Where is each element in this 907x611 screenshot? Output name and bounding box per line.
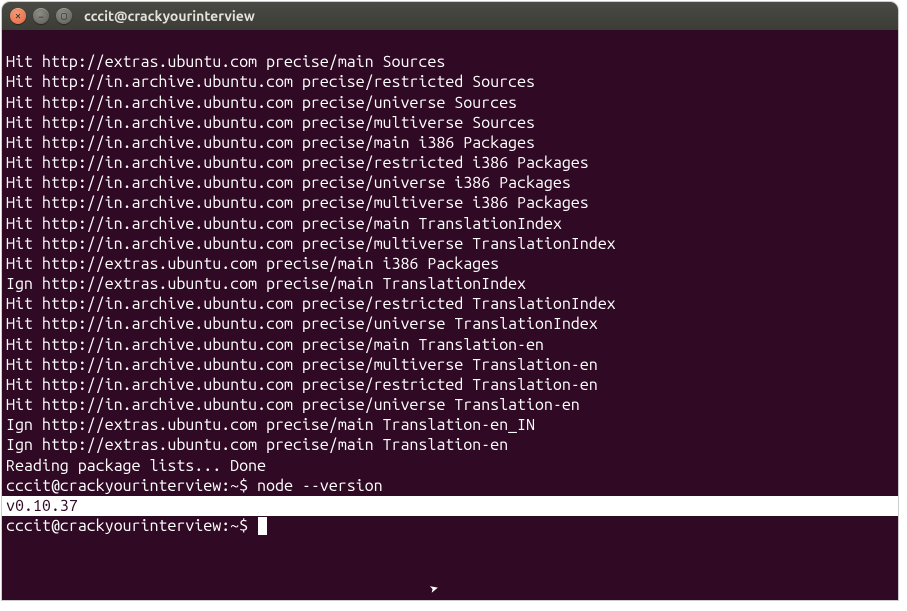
terminal-line: Hit http://in.archive.ubuntu.com precise… xyxy=(6,73,535,91)
window-controls: ✕ − ▢ xyxy=(10,8,72,24)
terminal-line: Ign http://extras.ubuntu.com precise/mai… xyxy=(6,416,535,434)
prompt-path: ~ xyxy=(230,517,239,535)
minimize-icon[interactable]: − xyxy=(33,8,49,24)
prompt-line: cccit@crackyourinterview:~$ node --versi… xyxy=(6,477,383,495)
prompt-path: ~ xyxy=(230,477,239,495)
terminal-line: Hit http://in.archive.ubuntu.com precise… xyxy=(6,174,571,192)
close-icon[interactable]: ✕ xyxy=(10,8,26,24)
terminal-line: Hit http://in.archive.ubuntu.com precise… xyxy=(6,315,598,333)
terminal-line: Hit http://in.archive.ubuntu.com precise… xyxy=(6,336,544,354)
cursor-icon xyxy=(258,517,267,535)
prompt-line: cccit@crackyourinterview:~$ xyxy=(6,517,267,535)
terminal-line: Hit http://in.archive.ubuntu.com precise… xyxy=(6,94,517,112)
prompt-symbol: $ xyxy=(239,477,248,495)
terminal-line: Ign http://extras.ubuntu.com precise/mai… xyxy=(6,275,526,293)
terminal-line: Hit http://extras.ubuntu.com precise/mai… xyxy=(6,53,445,71)
prompt-userhost: cccit@crackyourinterview xyxy=(6,477,221,495)
command-text: node --version xyxy=(257,477,383,495)
terminal-line: Hit http://in.archive.ubuntu.com precise… xyxy=(6,396,580,414)
terminal-line: Hit http://in.archive.ubuntu.com precise… xyxy=(6,295,616,313)
terminal-line: Hit http://extras.ubuntu.com precise/mai… xyxy=(6,255,499,273)
prompt-symbol: $ xyxy=(239,517,248,535)
terminal-line: Reading package lists... Done xyxy=(6,457,266,475)
terminal-line: Hit http://in.archive.ubuntu.com precise… xyxy=(6,114,535,132)
terminal-line: Hit http://in.archive.ubuntu.com precise… xyxy=(6,134,535,152)
terminal-line: Ign http://extras.ubuntu.com precise/mai… xyxy=(6,436,508,454)
prompt-userhost: cccit@crackyourinterview xyxy=(6,517,221,535)
terminal-line: Hit http://in.archive.ubuntu.com precise… xyxy=(6,376,598,394)
window-title: cccit@crackyourinterview xyxy=(84,8,255,24)
terminal-line: Hit http://in.archive.ubuntu.com precise… xyxy=(6,235,616,253)
mouse-pointer-icon: ➤ xyxy=(428,579,441,599)
maximize-icon[interactable]: ▢ xyxy=(56,8,72,24)
highlighted-output: v0.10.37 xyxy=(2,496,898,516)
titlebar[interactable]: ✕ − ▢ cccit@crackyourinterview xyxy=(2,2,898,30)
terminal-line: Hit http://in.archive.ubuntu.com precise… xyxy=(6,356,598,374)
terminal-line: Hit http://in.archive.ubuntu.com precise… xyxy=(6,154,589,172)
terminal-line: Hit http://in.archive.ubuntu.com precise… xyxy=(6,215,562,233)
terminal-window: ✕ − ▢ cccit@crackyourinterview Hit http:… xyxy=(2,2,898,600)
terminal-line: Hit http://in.archive.ubuntu.com precise… xyxy=(6,194,589,212)
terminal-body[interactable]: Hit http://extras.ubuntu.com precise/mai… xyxy=(2,30,898,600)
